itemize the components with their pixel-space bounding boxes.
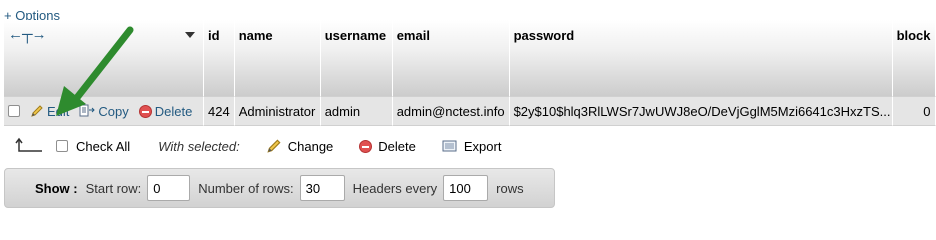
- headers-every-input[interactable]: [443, 175, 489, 201]
- column-header-id[interactable]: id: [204, 20, 235, 96]
- start-row-input[interactable]: [147, 175, 191, 201]
- column-header-password[interactable]: password: [509, 20, 893, 96]
- change-button[interactable]: Change: [266, 138, 334, 154]
- show-label: Show :: [35, 180, 78, 196]
- delete-selected-label: Delete: [378, 138, 416, 154]
- check-all-checkbox[interactable]: [56, 140, 68, 152]
- select-arrow-icon: [15, 137, 42, 152]
- start-row-label: Start row:: [85, 180, 142, 196]
- row-checkbox[interactable]: [8, 105, 20, 117]
- annotation-arrow-icon: [56, 26, 134, 116]
- export-label: Export: [463, 138, 502, 154]
- num-rows-input[interactable]: [299, 175, 345, 201]
- column-header-username[interactable]: username: [320, 20, 393, 96]
- check-all-label[interactable]: Check All: [76, 139, 130, 154]
- delete-icon: [359, 139, 373, 153]
- pencil-icon: [31, 105, 43, 117]
- num-rows-label: Number of rows:: [198, 180, 294, 196]
- column-header-name[interactable]: name: [234, 20, 321, 96]
- delete-selected-button[interactable]: Delete: [359, 139, 416, 154]
- show-bar: Show : Start row: Number of rows: Header…: [4, 168, 555, 208]
- rows-label: rows: [496, 180, 524, 196]
- cell-name[interactable]: Administrator: [234, 96, 321, 126]
- cell-username[interactable]: admin: [320, 96, 393, 126]
- delete-icon: [138, 104, 152, 118]
- cell-email[interactable]: admin@nctest.info: [392, 96, 510, 126]
- headers-every-label: Headers every: [352, 180, 438, 196]
- header-row: ←┬→ id name username email password bloc…: [4, 20, 936, 96]
- column-resize-arrows-icon[interactable]: ←┬→: [8, 26, 47, 43]
- export-button[interactable]: Export: [442, 138, 502, 154]
- cell-id[interactable]: 424: [204, 96, 235, 126]
- export-icon: [442, 140, 457, 152]
- column-header-block[interactable]: block: [892, 20, 936, 96]
- sort-dropdown-icon[interactable]: [185, 32, 195, 38]
- cell-block[interactable]: 0: [892, 96, 936, 126]
- results-table: ←┬→ id name username email password bloc…: [4, 20, 936, 126]
- pencil-icon: [267, 139, 281, 153]
- delete-label: Delete: [154, 103, 193, 119]
- change-label: Change: [287, 138, 334, 154]
- delete-row-button[interactable]: Delete: [138, 103, 193, 119]
- with-selected-label: With selected:: [158, 138, 240, 154]
- table-row: Edit Copy Delete 424 Administrator admi: [4, 96, 936, 126]
- with-selected-bar: Check All With selected: Change Delete E…: [4, 132, 501, 160]
- column-header-email[interactable]: email: [392, 20, 510, 96]
- cell-password[interactable]: $2y$10$hlq3RlLWSr7JwUWJ8eO/DeVjGglM5Mzi6…: [509, 96, 893, 126]
